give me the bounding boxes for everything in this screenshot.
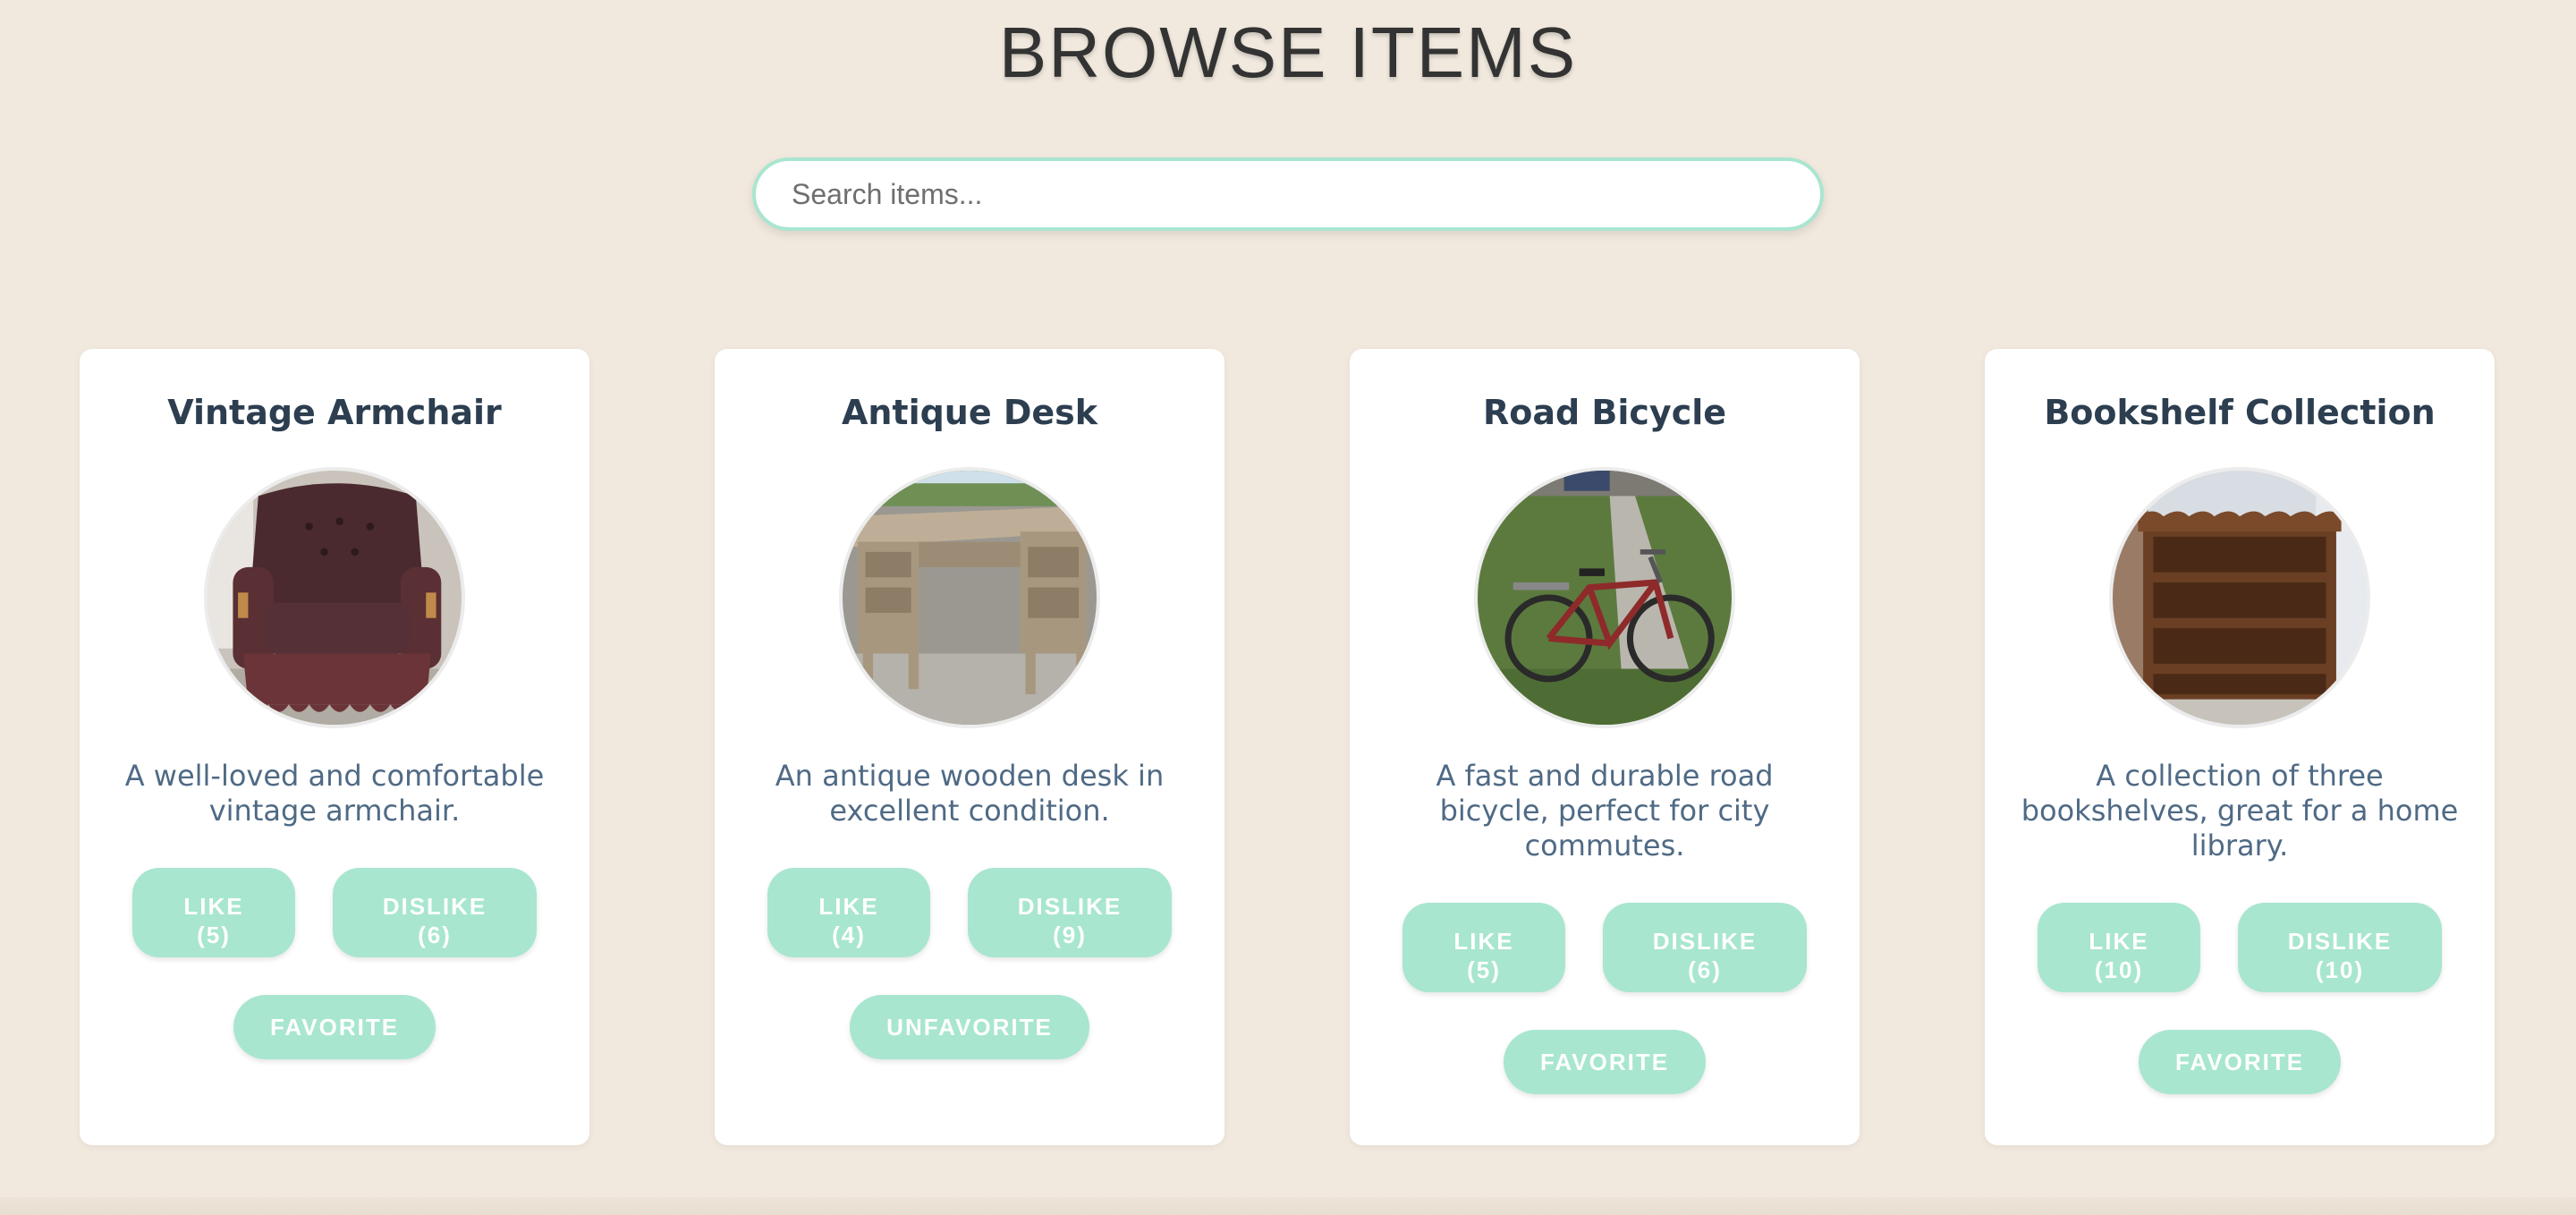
favorite-button[interactable]: FAVORITE: [233, 995, 436, 1059]
like-label: LIKE: [183, 893, 244, 920]
item-description: A well-loved and comfortable vintage arm…: [124, 759, 545, 828]
item-title: Bookshelf Collection: [2044, 393, 2436, 432]
dislike-count: (10): [2315, 956, 2365, 983]
dislike-count: (6): [418, 922, 452, 948]
item-title: Antique Desk: [841, 393, 1098, 432]
like-count: (4): [832, 922, 866, 948]
item-title: Road Bicycle: [1482, 393, 1727, 432]
item-card-antique-desk: Antique Desk An antique wooden desk in e…: [715, 349, 1224, 1145]
like-button[interactable]: LIKE (4): [767, 868, 930, 957]
search-input[interactable]: [752, 157, 1824, 231]
like-label: LIKE: [818, 893, 879, 920]
like-label: LIKE: [1453, 928, 1514, 955]
dislike-label: DISLIKE: [1652, 928, 1758, 955]
like-button[interactable]: LIKE (10): [2038, 903, 2200, 992]
item-description: A collection of three bookshelves, great…: [2021, 759, 2459, 862]
armchair-photo: [204, 467, 465, 728]
dislike-button[interactable]: DISLIKE (6): [333, 868, 537, 957]
like-button[interactable]: LIKE (5): [1402, 903, 1565, 992]
page-title: BROWSE ITEMS: [998, 13, 1578, 92]
dislike-count: (6): [1688, 956, 1722, 983]
search-bar: [752, 157, 1824, 231]
item-card-bookshelf-collection: Bookshelf Collection A collection of thr…: [1985, 349, 2495, 1145]
desk-photo: [839, 467, 1100, 728]
dislike-button[interactable]: DISLIKE (6): [1603, 903, 1807, 992]
like-button[interactable]: LIKE (5): [132, 868, 295, 957]
dislike-label: DISLIKE: [1017, 893, 1123, 920]
like-count: (5): [197, 922, 231, 948]
favorite-button[interactable]: FAVORITE: [1504, 1030, 1706, 1094]
bicycle-photo: [1474, 467, 1735, 728]
item-description: An antique wooden desk in excellent cond…: [775, 759, 1165, 828]
bookshelf-photo: [2109, 467, 2370, 728]
item-card-vintage-armchair: Vintage Armchair A well-loved and comfor…: [80, 349, 589, 1145]
item-description: A fast and durable road bicycle, perfect…: [1436, 759, 1774, 862]
unfavorite-button[interactable]: UNFAVORITE: [850, 995, 1089, 1059]
bottom-divider: [0, 1197, 2576, 1215]
like-count: (10): [2094, 956, 2144, 983]
dislike-button[interactable]: DISLIKE (9): [968, 868, 1172, 957]
like-label: LIKE: [2089, 928, 2149, 955]
like-count: (5): [1467, 956, 1501, 983]
dislike-button[interactable]: DISLIKE (10): [2238, 903, 2442, 992]
item-title: Vintage Armchair: [167, 393, 502, 432]
dislike-label: DISLIKE: [2287, 928, 2393, 955]
dislike-count: (9): [1053, 922, 1087, 948]
browse-page: BROWSE ITEMS Vintage Armchair: [0, 0, 2576, 1215]
dislike-label: DISLIKE: [382, 893, 487, 920]
item-card-road-bicycle: Road Bicycle A fast and durable road bic…: [1350, 349, 1860, 1145]
favorite-button[interactable]: FAVORITE: [2139, 1030, 2341, 1094]
